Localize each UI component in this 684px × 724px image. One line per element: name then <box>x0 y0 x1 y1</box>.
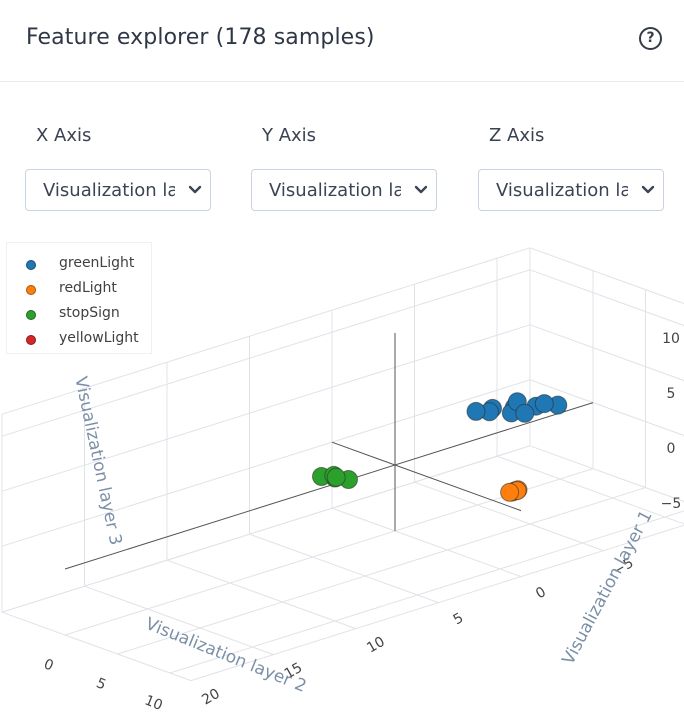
axis-title-layer1: Visualization layer 1 <box>558 507 656 668</box>
grid-line <box>529 379 684 437</box>
scatter-3d-plot[interactable]: −505100510−10−505101520 Visualization la… <box>0 0 684 724</box>
tick-label-layer1: 5 <box>451 610 467 628</box>
legend-label: redLight <box>59 280 117 296</box>
legend-marker <box>26 310 36 320</box>
legend-label: stopSign <box>59 305 120 321</box>
legend-marker <box>26 285 36 295</box>
point-greenLight[interactable] <box>515 403 535 423</box>
tick-label-layer3: −5 <box>661 496 682 512</box>
point-redLight[interactable] <box>500 482 520 502</box>
tick-label-layer1: 0 <box>533 584 549 602</box>
tick-label-layer1: 10 <box>364 634 387 657</box>
tick-label-layer1: 20 <box>199 686 222 709</box>
axis-title-layer3: Visualization layer 3 <box>70 375 125 547</box>
legend-marker <box>26 260 36 270</box>
point-greenLight[interactable] <box>534 394 554 414</box>
axis-title-layer2: Visualization layer 2 <box>143 614 310 697</box>
legend-label: greenLight <box>59 255 135 271</box>
legend-label: yellowLight <box>59 330 139 346</box>
plot-axis-titles: Visualization layer 1 Visualization layer… <box>70 375 656 697</box>
grid-line <box>529 269 684 327</box>
chart-legend: greenLight redLight stopSign yellowLight <box>6 242 152 354</box>
grid-line <box>1 445 531 613</box>
tick-label-layer3: 0 <box>667 441 676 457</box>
tick-label-layer2: 10 <box>142 693 165 715</box>
grid-line <box>529 247 684 305</box>
grid-line <box>529 324 684 382</box>
plot-ticks: −505100510−10−505101520 <box>41 331 682 715</box>
tick-label-layer3: 5 <box>667 386 676 402</box>
tick-label-layer3: 10 <box>662 331 680 347</box>
tick-label-layer2: 5 <box>94 675 108 693</box>
point-greenLight[interactable] <box>466 401 486 421</box>
legend-marker <box>26 335 36 345</box>
point-stopSign[interactable] <box>326 467 346 487</box>
tick-label-layer2: 0 <box>41 656 55 674</box>
